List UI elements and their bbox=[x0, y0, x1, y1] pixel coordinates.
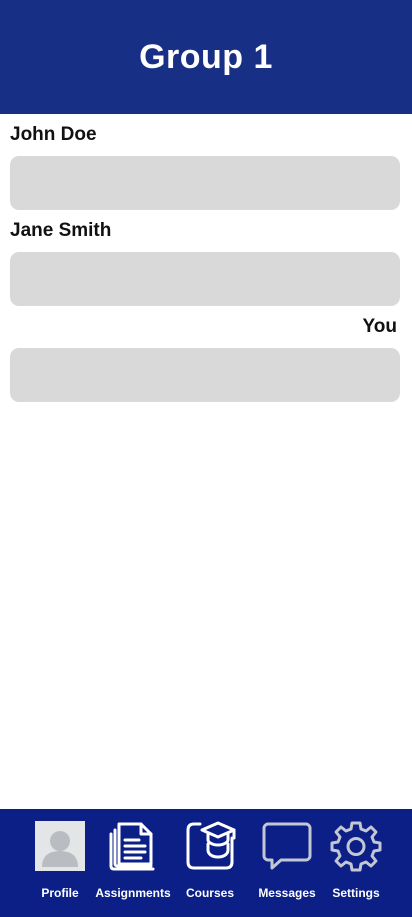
avatar-icon bbox=[35, 821, 85, 871]
message-bubble-self[interactable] bbox=[10, 348, 400, 402]
nav-label: Messages bbox=[258, 886, 316, 900]
nav-label: Profile bbox=[41, 886, 79, 900]
gear-icon bbox=[330, 820, 382, 872]
nav-courses[interactable]: Courses bbox=[176, 809, 244, 917]
bottom-nav: Profile Assignments Courses Messages Set… bbox=[0, 809, 412, 917]
message-sender-self: You bbox=[362, 316, 397, 337]
chat-bubble-icon bbox=[261, 820, 313, 872]
nav-profile[interactable]: Profile bbox=[26, 809, 94, 917]
message-bubble[interactable] bbox=[10, 252, 400, 306]
nav-settings[interactable]: Settings bbox=[326, 809, 386, 917]
message-bubble[interactable] bbox=[10, 156, 400, 210]
message-sender: Jane Smith bbox=[10, 220, 112, 241]
nav-messages[interactable]: Messages bbox=[252, 809, 322, 917]
page-title: Group 1 bbox=[139, 37, 273, 76]
nav-assignments[interactable]: Assignments bbox=[94, 809, 172, 917]
message-sender: John Doe bbox=[10, 124, 97, 145]
nav-label: Settings bbox=[332, 886, 380, 900]
graduation-cap-icon bbox=[184, 820, 236, 872]
document-icon bbox=[107, 820, 159, 872]
nav-label: Assignments bbox=[95, 886, 171, 900]
nav-label: Courses bbox=[185, 886, 235, 900]
header-bar: Group 1 bbox=[0, 0, 412, 114]
